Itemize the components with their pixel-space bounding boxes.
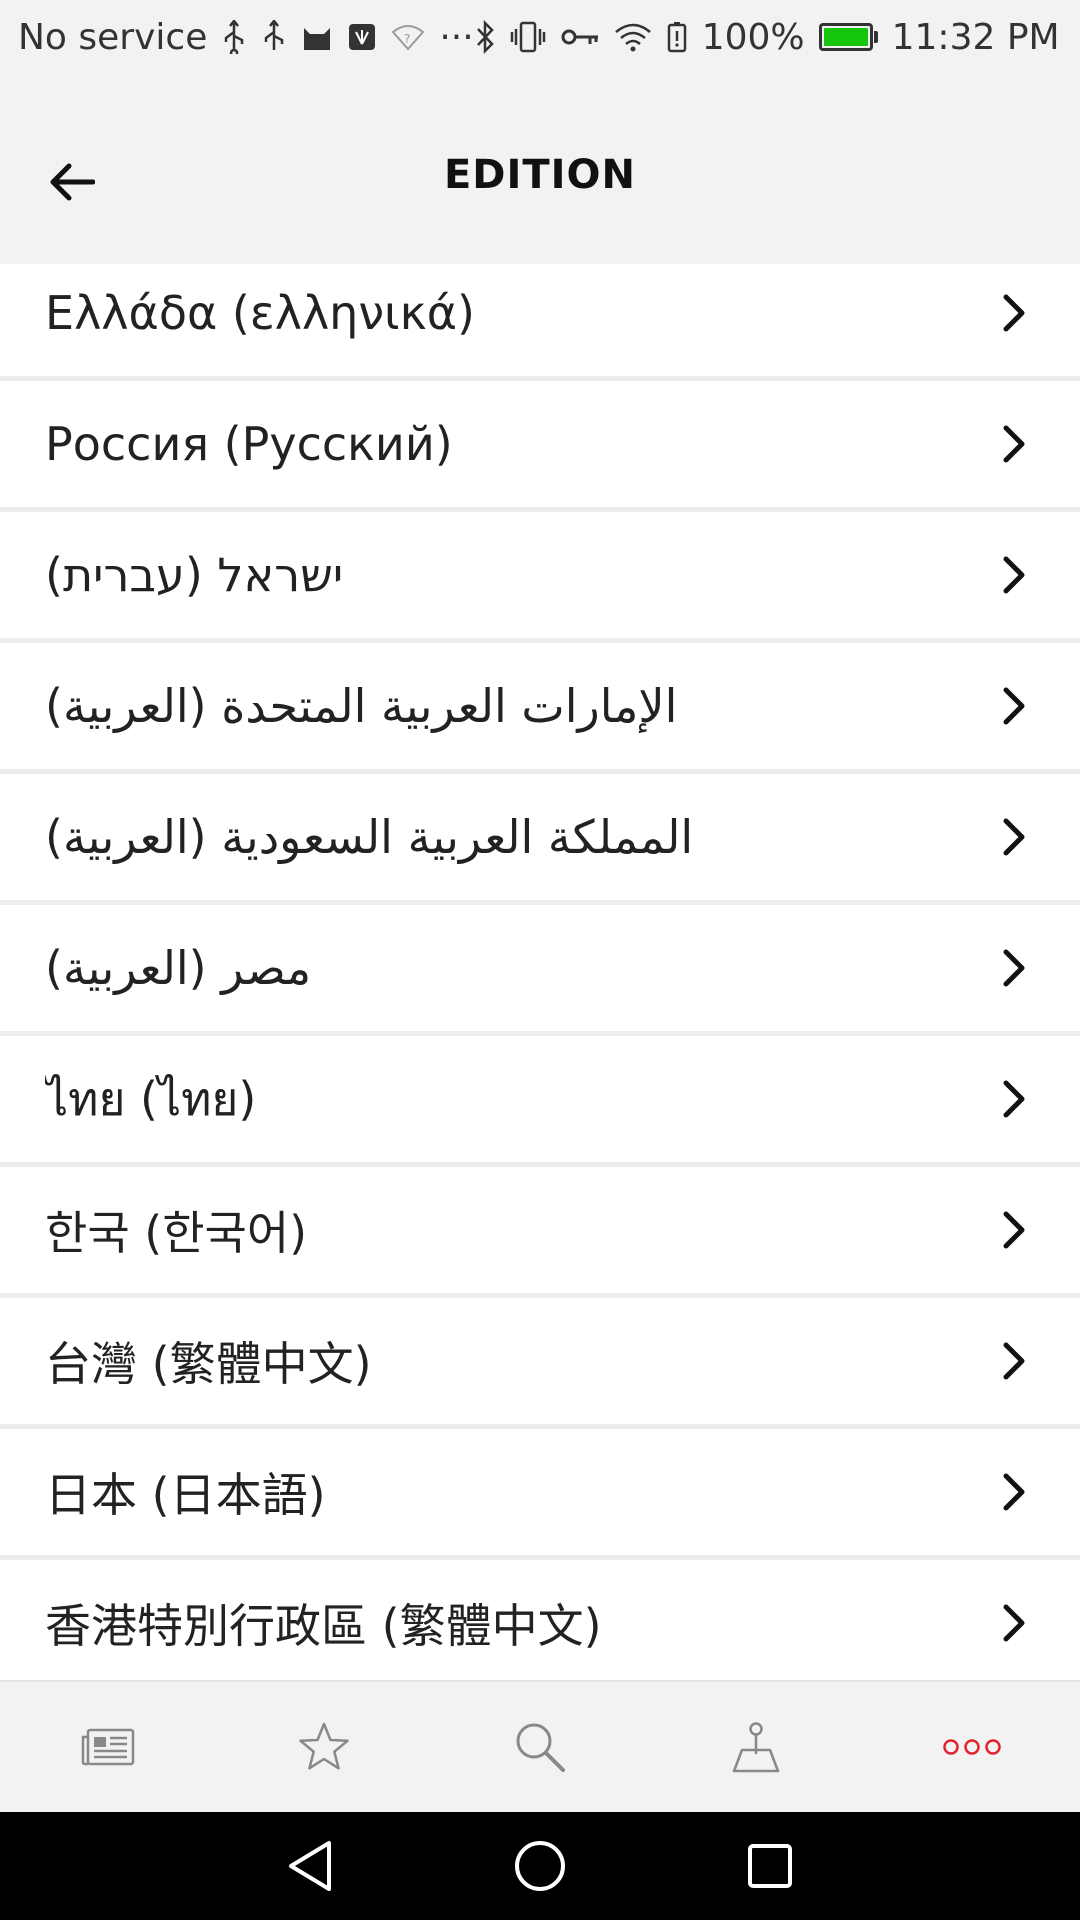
chevron-right-icon [994,1206,1034,1254]
edition-list-item[interactable]: Россия (Русский) [0,381,1080,507]
news-icon [81,1728,135,1766]
app-header: EDITION [0,74,1080,264]
home-circle-icon [515,1841,565,1891]
chevron-right-icon [994,1075,1034,1123]
battery-fill [823,28,868,46]
edition-list-item[interactable]: 한국 (한국어) [0,1167,1080,1293]
chevron-right-icon [994,420,1034,468]
nav-local[interactable] [696,1697,816,1797]
edition-label: Россия (Русский) [45,417,453,471]
overflow-indicator: ··· [439,16,474,58]
bluetooth-icon [474,20,496,54]
edition-label: 台灣 (繁體中文) [45,1337,372,1391]
bottom-navigation [0,1680,1080,1812]
clock: 11:32 PM [891,16,1060,58]
edition-list-item[interactable]: Ελλάδα (ελληνικά) [0,264,1080,376]
edition-label: مصر (العربية) [45,941,312,995]
edition-list-item[interactable]: 香港特別行政區 (繁體中文) [0,1560,1080,1680]
chevron-right-icon [994,944,1034,992]
status-bar-right: 100% 11:32 PM [474,17,1060,58]
vpn-key-icon [560,25,600,49]
edition-label: 日本 (日本語) [45,1468,326,1522]
nav-search[interactable] [480,1697,600,1797]
back-triangle-icon [289,1841,331,1891]
chevron-right-icon [994,551,1034,599]
usb-icon [221,20,247,54]
chevron-right-icon [994,289,1034,337]
edition-label: المملكة العربية السعودية (العربية) [45,810,694,864]
chevron-right-icon [994,813,1034,861]
system-navigation-bar [0,1812,1080,1920]
map-pin-icon [732,1722,780,1773]
status-bar-left: No service ? ··· [18,17,474,58]
edition-label: Ελλάδα (ελληνικά) [45,286,475,340]
nav-more[interactable] [912,1697,1032,1797]
edition-list-item[interactable]: الإمارات العربية المتحدة (العربية) [0,643,1080,769]
nav-favorites[interactable] [264,1697,384,1797]
edition-label: ישראל (עברית) [45,548,344,602]
system-recents-button[interactable] [730,1826,810,1906]
more-icon [943,1739,1001,1755]
carrier-text: No service [18,16,208,58]
status-bar: No service ? ··· 100% 11:32 PM [0,0,1080,74]
system-home-button[interactable] [500,1826,580,1906]
battery-alert-icon [666,20,688,54]
recents-square-icon [748,1844,792,1888]
edition-label: الإمارات العربية المتحدة (العربية) [45,679,678,733]
edition-list-item[interactable]: 日本 (日本語) [0,1429,1080,1555]
search-icon [516,1723,565,1772]
edition-list-item[interactable]: ישראל (עברית) [0,512,1080,638]
chevron-right-icon [994,1468,1034,1516]
wifi-icon [614,22,652,52]
edition-list[interactable]: Ελλάδα (ελληνικά) Россия (Русский) ישראל (… [0,264,1080,1680]
edition-label: ไทย (ไทย) [45,1071,257,1126]
edition-list-item[interactable]: المملكة العربية السعودية (العربية) [0,774,1080,900]
chevron-right-icon [994,1599,1034,1647]
wifi-question-icon: ? [391,23,425,51]
edition-list-item[interactable]: ไทย (ไทย) [0,1036,1080,1162]
edition-list-item[interactable]: 台灣 (繁體中文) [0,1298,1080,1424]
battery-icon [818,23,878,51]
svg-text:?: ? [404,32,410,46]
cat-app-icon [301,22,333,52]
battery-percent: 100% [701,16,805,58]
edition-list-item[interactable]: مصر (العربية) [0,905,1080,1031]
usb-icon [261,20,287,54]
vibrate-icon [510,20,546,54]
chevron-right-icon [994,1337,1034,1385]
edition-label: 한국 (한국어) [45,1206,308,1260]
system-back-button[interactable] [270,1826,350,1906]
edition-label: 香港特別行政區 (繁體中文) [45,1599,602,1653]
chevron-right-icon [994,682,1034,730]
star-icon [299,1722,349,1770]
huawei-app-icon [347,22,377,52]
page-title: EDITION [443,152,637,198]
nav-news[interactable] [48,1697,168,1797]
